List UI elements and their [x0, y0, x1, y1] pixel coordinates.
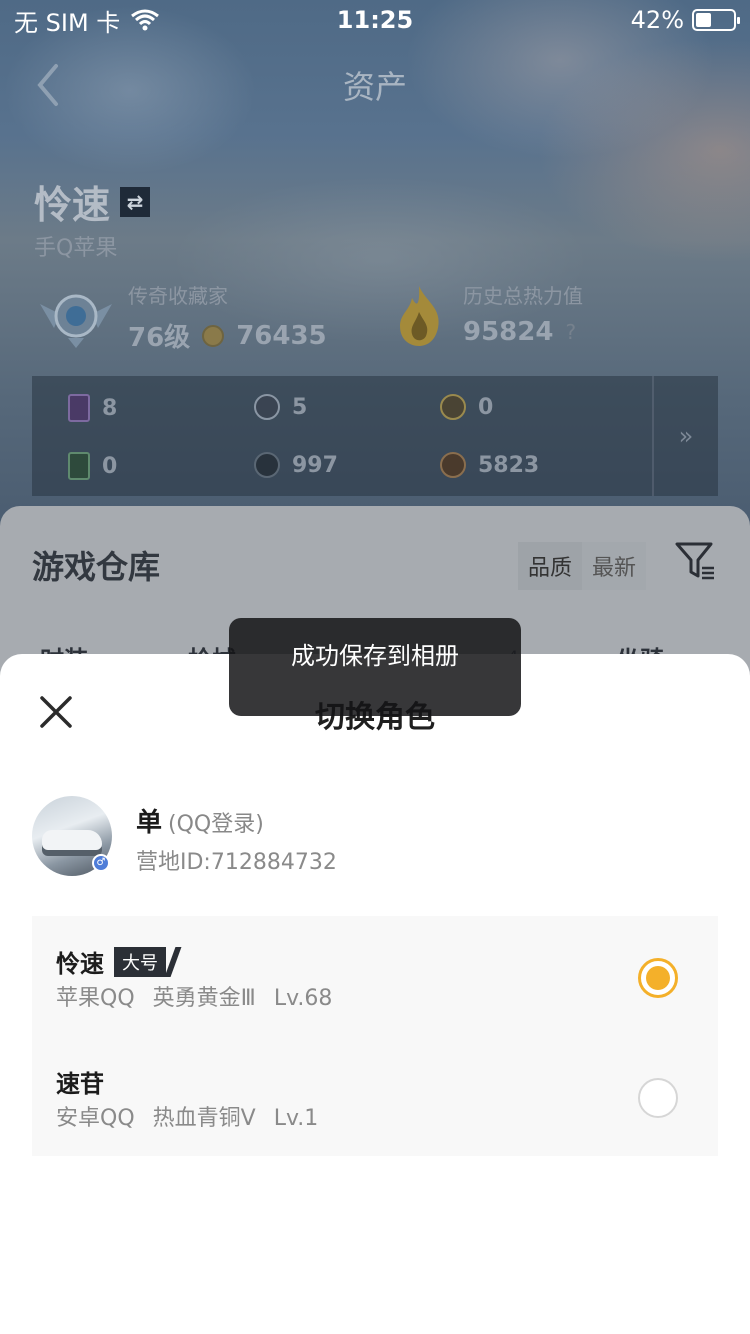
- player-platform-label: 手Q苹果: [34, 236, 118, 261]
- asset-panel[interactable]: 8 5 0 0 997 5823 »: [32, 376, 718, 496]
- role-radio-unselected[interactable]: [638, 1078, 678, 1118]
- asset-item: 8: [68, 394, 117, 422]
- swap-role-icon[interactable]: ⇄: [120, 186, 151, 217]
- toast-message: 成功保存到相册: [291, 641, 459, 670]
- account-row: ♂ 单 (QQ登录) 营地ID:712884732: [32, 796, 722, 880]
- heat-value: 95824: [463, 317, 554, 347]
- switch-role-sheet: 切换角色 ♂ 单 (QQ登录) 营地ID:712884732 怜速 大号 苹果QQ…: [0, 654, 750, 1334]
- asset-value: 5823: [478, 452, 540, 478]
- role-item[interactable]: 怜速 大号 苹果QQ 英勇黄金Ⅲ Lv.68: [32, 916, 718, 1036]
- main-account-tag: 大号: [114, 946, 166, 977]
- asset-item: 0: [68, 452, 117, 480]
- player-name: 怜速: [34, 183, 111, 227]
- asset-item: 5: [254, 394, 307, 420]
- male-gender-icon: ♂: [92, 854, 110, 872]
- heat-help-icon[interactable]: ?: [565, 320, 576, 344]
- player-name-row: 怜速 ⇄: [34, 174, 151, 229]
- asset-value: 0: [102, 453, 118, 479]
- player-platform: 手Q苹果: [34, 230, 135, 262]
- dark-orb-icon: [254, 452, 280, 478]
- battery-level: [696, 13, 711, 27]
- role-radio-selected[interactable]: [638, 958, 678, 998]
- role-info: 苹果QQ 英勇黄金Ⅲ Lv.68: [56, 986, 333, 1011]
- collector-level: 76级: [128, 323, 191, 353]
- assets-more-button[interactable]: »: [652, 376, 718, 496]
- heat-label: 历史总热力值: [463, 284, 583, 308]
- battery-icon: [692, 9, 740, 31]
- battery-percent: 42%: [630, 6, 684, 34]
- collector-badge-icon: [40, 294, 112, 348]
- role-item[interactable]: 速苷 安卓QQ 热血青铜Ⅴ Lv.1: [32, 1036, 718, 1156]
- asset-value: 997: [292, 452, 338, 478]
- asset-item: 5823: [440, 452, 539, 478]
- role-name: 速苷: [56, 1070, 104, 1098]
- save-success-toast: 成功保存到相册: [229, 618, 521, 716]
- purple-card-icon: [68, 394, 90, 422]
- green-card-icon: [68, 452, 90, 480]
- page-title: 资产: [342, 68, 407, 106]
- gold-emblem-icon: [440, 394, 466, 420]
- asset-value: 5: [292, 394, 308, 420]
- account-name: 单: [136, 808, 163, 838]
- account-login-type: (QQ登录): [168, 812, 264, 837]
- role-info: 安卓QQ 热血青铜Ⅴ Lv.1: [56, 1106, 319, 1131]
- carrier-label: 无 SIM 卡: [14, 8, 121, 37]
- collector-stat: 传奇收藏家 76级 76435: [128, 280, 327, 354]
- warehouse-sort: 品质 最新: [517, 542, 646, 590]
- warehouse-title: 游戏仓库: [32, 548, 161, 586]
- collector-points: 76435: [236, 320, 327, 351]
- camp-id: 营地ID:712884732: [136, 850, 337, 875]
- asset-value: 8: [102, 395, 118, 421]
- sort-newest-button[interactable]: 最新: [581, 542, 646, 590]
- collector-coin-icon: [202, 324, 225, 347]
- sort-quality-button[interactable]: 品质: [518, 542, 582, 590]
- heat-stat: 历史总热力值 95824 ?: [463, 280, 583, 347]
- account-name-line: 单 (QQ登录): [136, 802, 264, 839]
- bronze-orb-icon: [440, 452, 466, 478]
- silver-coin-icon: [254, 394, 280, 420]
- wifi-icon: [131, 9, 160, 31]
- filter-icon[interactable]: [674, 540, 716, 582]
- role-name: 怜速: [56, 950, 104, 978]
- asset-item: 0: [440, 394, 493, 420]
- asset-item: 997: [254, 452, 338, 478]
- status-bar: 无 SIM 卡 11:25 42%: [0, 0, 750, 40]
- asset-value: 0: [478, 394, 494, 420]
- role-list: 怜速 大号 苹果QQ 英勇黄金Ⅲ Lv.68 速苷 安卓QQ 热血青铜Ⅴ Lv.1: [32, 916, 718, 1156]
- heat-flame-icon: [400, 286, 439, 346]
- collector-label: 传奇收藏家: [128, 284, 228, 308]
